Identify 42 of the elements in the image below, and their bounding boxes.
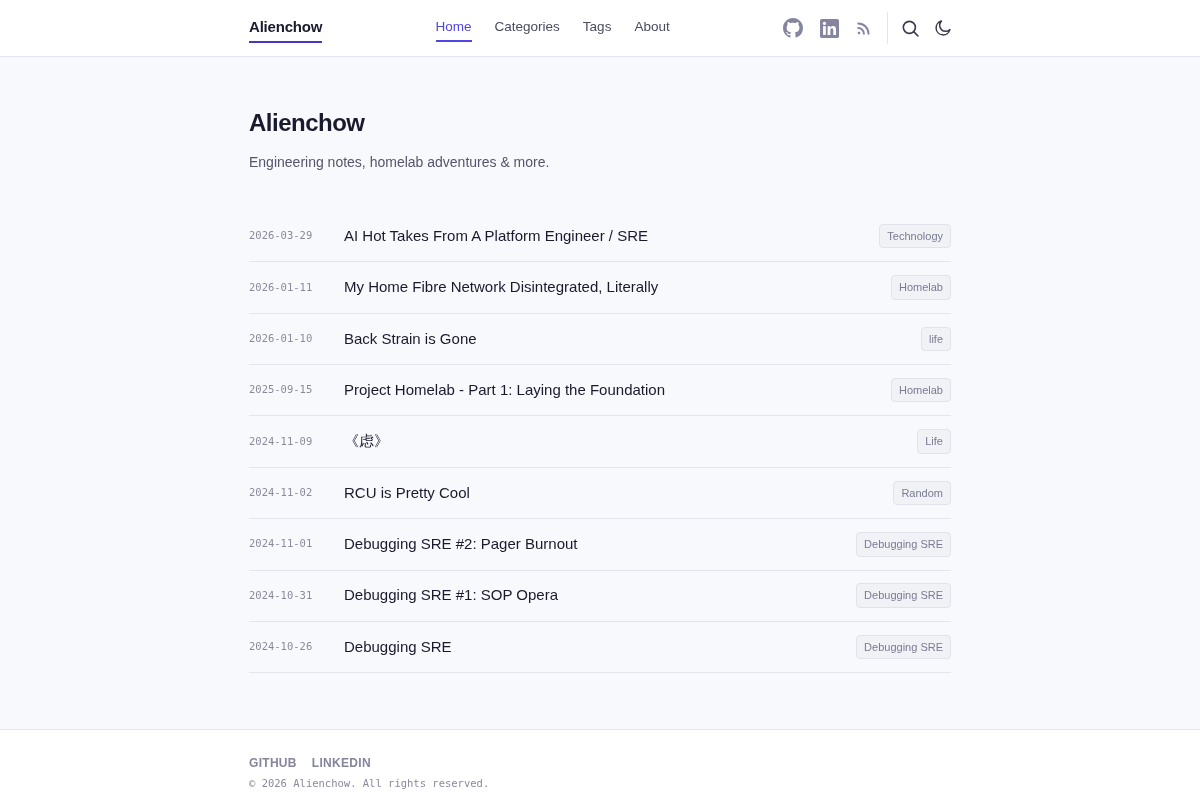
category-tag[interactable]: Life	[917, 429, 951, 454]
category-tag[interactable]: life	[920, 326, 951, 351]
moon-icon[interactable]	[935, 20, 951, 36]
site-logo-link[interactable]: Alienchow	[249, 12, 323, 44]
post-title-link[interactable]: Debugging SRE #1: SOP Opera	[344, 584, 559, 607]
github-icon[interactable]	[783, 18, 803, 38]
post-title-link[interactable]: Debugging SRE #2: Pager Burnout	[344, 533, 578, 556]
rss-icon[interactable]	[857, 21, 870, 35]
nav-link[interactable]: Categories	[494, 13, 560, 43]
linkedin-icon[interactable]	[820, 18, 839, 38]
post-title-link[interactable]: RCU is Pretty Cool	[344, 481, 470, 505]
post-date: 2026-01-11	[249, 279, 314, 295]
category-tag[interactable]: Homelab	[890, 275, 951, 300]
post-title-link[interactable]: Project Homelab - Part 1: Laying the Foundation	[344, 378, 665, 402]
category-tag[interactable]: Homelab	[890, 377, 951, 403]
page-title: Alienchow	[249, 109, 366, 138]
post-date: 2024-11-01	[249, 536, 314, 552]
copyright-text: © 2026 Alienchow. All rights reserved.	[249, 776, 491, 791]
post-date: 2025-09-15	[249, 382, 314, 398]
post-date: 2024-11-09	[249, 433, 314, 449]
post-date: 2024-10-31	[249, 587, 314, 603]
post-title-link[interactable]: AI Hot Takes From A Platform Engineer / SRE	[344, 224, 648, 248]
nav-link[interactable]: About	[634, 13, 670, 43]
site-tagline: Engineering notes, homelab adventures & more.	[249, 152, 551, 172]
post-date: 2026-03-29	[249, 228, 314, 244]
category-tag[interactable]: Debugging SRE	[856, 634, 951, 660]
category-tag[interactable]: Debugging SRE	[856, 532, 951, 557]
post-title-link[interactable]: Debugging SRE	[344, 635, 452, 659]
post-title-link[interactable]: 《虑》	[344, 430, 389, 453]
footer-link[interactable]: GITHUB	[249, 754, 297, 772]
post-title-link[interactable]: Back Strain is Gone	[344, 327, 477, 350]
post-date: 2026-01-10	[249, 330, 314, 346]
post-title-link[interactable]: My Home Fibre Network Disintegrated, Literally	[344, 276, 659, 299]
post-date: 2024-11-02	[249, 485, 314, 501]
category-tag[interactable]: Random	[893, 480, 951, 506]
nav-link[interactable]: Tags	[582, 13, 612, 43]
category-tag[interactable]: Debugging SRE	[856, 583, 951, 608]
search-icon[interactable]	[902, 19, 919, 37]
post-date: 2024-10-26	[249, 639, 314, 655]
category-tag[interactable]: Technology	[879, 223, 951, 249]
nav-link[interactable]: Home	[435, 13, 472, 43]
footer-link[interactable]: LINKEDIN	[311, 754, 371, 772]
